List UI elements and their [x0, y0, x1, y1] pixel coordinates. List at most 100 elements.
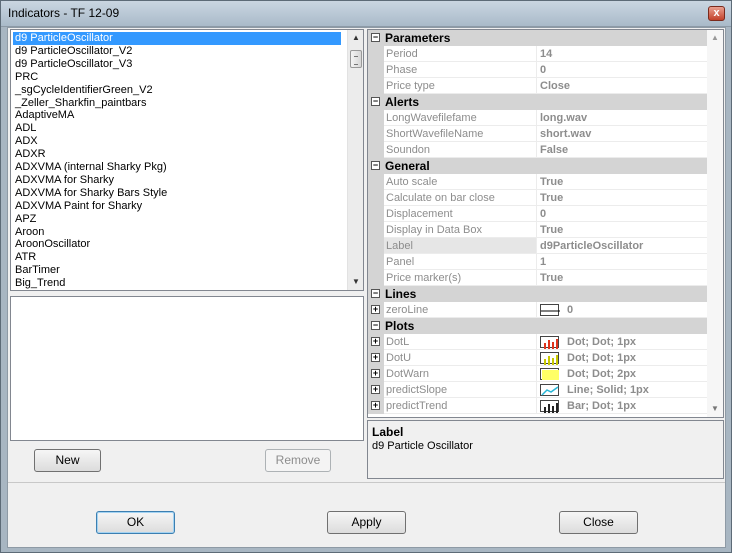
- apply-button[interactable]: Apply: [327, 511, 406, 534]
- property-value[interactable]: Dot; Dot; 2px: [537, 366, 707, 382]
- title-bar[interactable]: Indicators - TF 12-09 x: [1, 1, 731, 27]
- dialog-client-area: d9 ParticleOscillator d9 ParticleOscillat…: [7, 27, 726, 548]
- indicator-list-item[interactable]: _sgCycleIdentifierGreen_V2: [13, 84, 153, 97]
- property-value[interactable]: Line; Solid; 1px: [537, 382, 707, 398]
- property-value-text: True: [540, 192, 564, 204]
- property-value[interactable]: True: [537, 222, 707, 238]
- indicator-list[interactable]: d9 ParticleOscillator d9 ParticleOscillat…: [10, 29, 364, 291]
- scroll-down-arrow-icon[interactable]: ▼: [348, 274, 363, 290]
- property-row[interactable]: Phase 0: [368, 62, 707, 78]
- scroll-up-arrow-icon[interactable]: ▲: [348, 30, 363, 46]
- indicator-list-item[interactable]: ADXVMA for Sharky Bars Style: [13, 187, 167, 200]
- close-button[interactable]: Close: [559, 511, 638, 534]
- property-row[interactable]: + zeroLine 0: [368, 302, 707, 318]
- collapse-icon[interactable]: −: [371, 321, 380, 330]
- property-row[interactable]: Displacement 0: [368, 206, 707, 222]
- indicator-list-item[interactable]: ATR: [13, 251, 36, 264]
- property-value-text: Dot; Dot; 2px: [567, 368, 637, 380]
- category-general[interactable]: − General: [368, 158, 707, 174]
- indicator-list-item[interactable]: ADX: [13, 135, 38, 148]
- property-value[interactable]: Dot; Dot; 1px: [537, 350, 707, 366]
- expand-icon[interactable]: +: [371, 401, 380, 410]
- property-row[interactable]: + DotU Dot; Dot; 1px: [368, 350, 707, 366]
- indicator-list-item[interactable]: AdaptiveMA: [13, 109, 74, 122]
- indicator-list-item[interactable]: ADXR: [13, 148, 46, 161]
- property-value[interactable]: Dot; Dot; 1px: [537, 334, 707, 350]
- property-row[interactable]: + predictTrend Bar; Dot; 1px: [368, 398, 707, 414]
- property-value[interactable]: long.wav: [537, 110, 707, 126]
- property-value[interactable]: d9ParticleOscillator: [537, 238, 707, 254]
- category-lines[interactable]: − Lines: [368, 286, 707, 302]
- property-value[interactable]: 0: [537, 62, 707, 78]
- row-gutter: [368, 190, 384, 206]
- category-parameters[interactable]: − Parameters: [368, 30, 707, 46]
- indicator-list-item[interactable]: Big_Trend: [13, 277, 65, 290]
- property-value[interactable]: True: [537, 270, 707, 286]
- category-label: Plots: [385, 319, 415, 333]
- property-row[interactable]: + DotL Dot; Dot; 1px: [368, 334, 707, 350]
- property-row[interactable]: Label d9ParticleOscillator: [368, 238, 707, 254]
- indicator-list-scrollbar[interactable]: ▲ ▼: [347, 30, 363, 290]
- expand-icon[interactable]: +: [371, 305, 380, 314]
- indicator-list-item[interactable]: APZ: [13, 213, 36, 226]
- property-row[interactable]: Price type Close: [368, 78, 707, 94]
- property-name: DotU: [384, 350, 537, 366]
- ok-button[interactable]: OK: [96, 511, 175, 534]
- indicator-list-item[interactable]: PRC: [13, 71, 38, 84]
- indicator-list-item[interactable]: ADL: [13, 122, 36, 135]
- property-row[interactable]: Calculate on bar close True: [368, 190, 707, 206]
- indicator-list-item[interactable]: BarTimer: [13, 264, 60, 277]
- property-value[interactable]: False: [537, 142, 707, 158]
- collapse-icon[interactable]: −: [371, 97, 380, 106]
- help-title: Label: [372, 425, 404, 439]
- indicator-list-item[interactable]: ADXVMA (internal Sharky Pkg): [13, 161, 167, 174]
- property-value[interactable]: 0: [537, 302, 707, 318]
- property-row[interactable]: Soundon False: [368, 142, 707, 158]
- property-row[interactable]: ShortWavefileName short.wav: [368, 126, 707, 142]
- indicator-list-item[interactable]: d9 ParticleOscillator_V2: [13, 45, 132, 58]
- collapse-icon[interactable]: −: [371, 161, 380, 170]
- property-row[interactable]: + DotWarn Dot; Dot; 2px: [368, 366, 707, 382]
- property-value[interactable]: True: [537, 174, 707, 190]
- collapse-icon[interactable]: −: [371, 289, 380, 298]
- indicator-list-item[interactable]: AroonOscillator: [13, 238, 90, 251]
- indicator-list-item[interactable]: ADXVMA for Sharky: [13, 174, 114, 187]
- property-value[interactable]: Bar; Dot; 1px: [537, 398, 707, 414]
- property-value[interactable]: 1: [537, 254, 707, 270]
- indicator-list-item[interactable]: _Zeller_Sharkfin_paintbars: [13, 97, 146, 110]
- property-value[interactable]: Close: [537, 78, 707, 94]
- property-value[interactable]: 14: [537, 46, 707, 62]
- row-gutter: +: [368, 350, 384, 366]
- indicator-list-item[interactable]: Aroon: [13, 226, 44, 239]
- property-row[interactable]: Auto scale True: [368, 174, 707, 190]
- scroll-thumb[interactable]: [350, 50, 362, 68]
- property-row[interactable]: Panel 1: [368, 254, 707, 270]
- category-alerts[interactable]: − Alerts: [368, 94, 707, 110]
- new-button[interactable]: New: [34, 449, 101, 472]
- expand-icon[interactable]: +: [371, 337, 380, 346]
- property-row[interactable]: Display in Data Box True: [368, 222, 707, 238]
- property-row[interactable]: Price marker(s) True: [368, 270, 707, 286]
- expand-icon[interactable]: +: [371, 369, 380, 378]
- remove-button[interactable]: Remove: [265, 449, 331, 472]
- property-row[interactable]: LongWavefilefame long.wav: [368, 110, 707, 126]
- collapse-icon[interactable]: −: [371, 33, 380, 42]
- indicator-list-item[interactable]: d9 ParticleOscillator_V3: [13, 58, 132, 71]
- property-row[interactable]: Period 14: [368, 46, 707, 62]
- grid-scroll-up-icon[interactable]: ▲: [707, 30, 723, 46]
- property-value[interactable]: True: [537, 190, 707, 206]
- property-value-text: 1: [540, 256, 547, 268]
- indicator-list-item[interactable]: ADXVMA Paint for Sharky: [13, 200, 142, 213]
- category-plots[interactable]: − Plots: [368, 318, 707, 334]
- property-grid[interactable]: − Parameters Period 14 Phase 0 Price type Close…: [367, 29, 724, 418]
- property-row[interactable]: + predictSlope Line; Solid; 1px: [368, 382, 707, 398]
- property-help-panel: Label d9 Particle Oscillator: [367, 420, 724, 479]
- property-value[interactable]: 0: [537, 206, 707, 222]
- grid-scroll-down-icon[interactable]: ▼: [707, 401, 723, 417]
- property-grid-scrollbar[interactable]: ▲ ▼: [707, 30, 723, 417]
- property-value[interactable]: short.wav: [537, 126, 707, 142]
- close-window-icon[interactable]: x: [708, 6, 725, 21]
- expand-icon[interactable]: +: [371, 353, 380, 362]
- indicator-list-item[interactable]: d9 ParticleOscillator: [13, 32, 341, 45]
- expand-icon[interactable]: +: [371, 385, 380, 394]
